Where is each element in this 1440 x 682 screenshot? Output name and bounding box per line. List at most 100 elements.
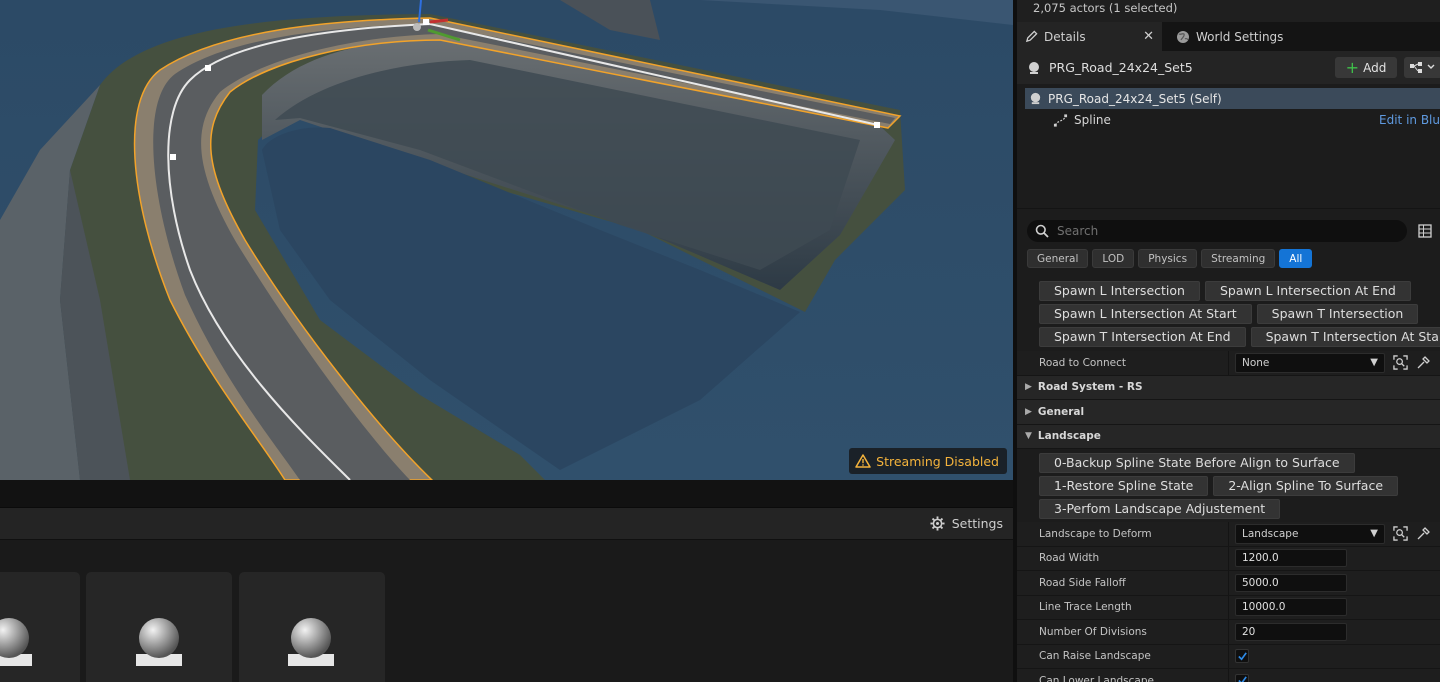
gear-icon xyxy=(930,516,945,531)
restore-spline-state-button[interactable]: 1-Restore Spline State xyxy=(1039,475,1209,496)
actor-header: PRG_Road_24x24_Set5 + Add xyxy=(1017,51,1440,84)
function-button-row: Spawn L Intersection At Start Spawn T In… xyxy=(1017,302,1440,325)
filter-physics[interactable]: Physics xyxy=(1138,249,1198,268)
road-side-falloff-row: Road Side Falloff 5000.0 xyxy=(1017,571,1440,596)
component-tree: PRG_Road_24x24_Set5 (Self) Spline Edit i… xyxy=(1017,84,1440,208)
can-lower-landscape-row: Can Lower Landscape xyxy=(1017,669,1440,682)
can-raise-landscape-label: Can Raise Landscape xyxy=(1017,644,1229,668)
can-raise-landscape-checkbox[interactable] xyxy=(1235,649,1249,664)
streaming-label: Streaming Disabled xyxy=(876,453,999,469)
eyedropper-icon[interactable] xyxy=(1416,526,1430,541)
category-road-system-label: Road System - RS xyxy=(1037,381,1143,394)
actor-icon xyxy=(1030,92,1041,105)
can-lower-landscape-checkbox[interactable] xyxy=(1235,673,1249,682)
road-width-row: Road Width 1200.0 xyxy=(1017,546,1440,571)
landscape-to-deform-row: Landscape to Deform Landscape ▼ xyxy=(1017,522,1440,547)
landscape-button-row: 1-Restore Spline State 2-Align Spline To… xyxy=(1017,474,1440,497)
number-of-divisions-field[interactable]: 20 xyxy=(1235,622,1347,641)
category-landscape[interactable]: ▼ Landscape xyxy=(1017,424,1440,449)
property-matrix-icon[interactable] xyxy=(1418,224,1432,238)
component-self[interactable]: PRG_Road_24x24_Set5 (Self) xyxy=(1025,88,1440,109)
property-list: Spawn L Intersection Spawn L Intersectio… xyxy=(1017,276,1440,682)
road-width-field[interactable]: 1200.0 xyxy=(1235,549,1347,568)
landscape-to-deform-combo[interactable]: Landscape ▼ xyxy=(1235,523,1385,544)
plus-icon: + xyxy=(1345,57,1360,77)
line-trace-length-row: Line Trace Length 10000.0 xyxy=(1017,595,1440,620)
asset-tile[interactable] xyxy=(239,572,385,682)
spawn-l-intersection-at-start-button[interactable]: Spawn L Intersection At Start xyxy=(1039,303,1252,324)
line-trace-length-field[interactable]: 10000.0 xyxy=(1235,598,1347,617)
number-of-divisions-label: Number Of Divisions xyxy=(1017,620,1229,644)
spawn-l-intersection-at-end-button[interactable]: Spawn L Intersection At End xyxy=(1204,280,1411,301)
blueprint-icon xyxy=(1410,62,1435,73)
search-icon xyxy=(1035,224,1049,238)
landscape-button-row: 3-Perfom Landscape Adjustement xyxy=(1017,497,1440,520)
road-width-label: Road Width xyxy=(1017,546,1229,570)
add-component-button[interactable]: + Add xyxy=(1335,57,1397,78)
eyedropper-icon[interactable] xyxy=(1416,355,1430,370)
sphere-thumbnail-icon xyxy=(288,618,334,666)
tab-world-settings-label: World Settings xyxy=(1196,29,1284,44)
details-search-area: General LOD Physics Streaming All xyxy=(1017,208,1440,276)
details-search[interactable] xyxy=(1027,220,1407,242)
tab-details[interactable]: Details ✕ xyxy=(1017,22,1162,51)
chevron-down-icon: ▼ xyxy=(1370,528,1378,540)
spawn-t-intersection-at-start-button[interactable]: Spawn T Intersection At Start xyxy=(1250,326,1440,347)
pencil-icon xyxy=(1025,30,1038,43)
can-lower-landscape-label: Can Lower Landscape xyxy=(1017,669,1229,682)
spawn-t-intersection-at-end-button[interactable]: Spawn T Intersection At End xyxy=(1039,326,1246,347)
component-spline[interactable]: Spline Edit in Blu xyxy=(1017,109,1440,131)
asset-tile[interactable] xyxy=(0,572,80,682)
settings-button[interactable]: Settings xyxy=(930,516,1003,531)
browse-asset-icon[interactable] xyxy=(1393,526,1408,541)
content-browser-toolbar: Settings xyxy=(0,508,1013,540)
function-button-row: Spawn L Intersection Spawn L Intersectio… xyxy=(1017,279,1440,302)
filter-streaming[interactable]: Streaming xyxy=(1201,249,1276,268)
align-spline-to-surface-button[interactable]: 2-Align Spline To Surface xyxy=(1213,475,1399,496)
blueprint-options-button[interactable] xyxy=(1404,57,1440,78)
checkmark-icon xyxy=(1237,676,1247,682)
category-road-system[interactable]: ▶ Road System - RS xyxy=(1017,375,1440,400)
component-spline-label: Spline xyxy=(1074,113,1111,127)
filter-all[interactable]: All xyxy=(1279,249,1313,268)
tab-details-label: Details xyxy=(1044,29,1086,44)
perform-landscape-adjustment-button[interactable]: 3-Perfom Landscape Adjustement xyxy=(1039,498,1281,519)
close-tab-icon[interactable]: ✕ xyxy=(1143,29,1154,44)
spawn-l-intersection-button[interactable]: Spawn L Intersection xyxy=(1039,280,1200,301)
actor-icon xyxy=(1029,61,1039,74)
warning-icon xyxy=(855,454,871,468)
can-raise-landscape-row: Can Raise Landscape xyxy=(1017,644,1440,669)
road-to-connect-value: None xyxy=(1242,356,1270,369)
category-general[interactable]: ▶ General xyxy=(1017,400,1440,425)
road-side-falloff-field[interactable]: 5000.0 xyxy=(1235,573,1347,592)
viewport-scene[interactable] xyxy=(0,0,1013,480)
landscape-to-deform-value: Landscape xyxy=(1242,527,1299,540)
content-browser: Settings xyxy=(0,480,1013,682)
spline-icon xyxy=(1053,113,1068,127)
road-side-falloff-label: Road Side Falloff xyxy=(1017,571,1229,595)
collapse-arrow-icon: ▼ xyxy=(1025,431,1032,442)
number-of-divisions-row: Number Of Divisions 20 xyxy=(1017,620,1440,645)
category-general-label: General xyxy=(1037,405,1085,418)
checkmark-icon xyxy=(1237,652,1247,661)
details-search-input[interactable] xyxy=(1057,224,1387,238)
level-viewport[interactable]: Streaming Disabled xyxy=(0,0,1013,480)
edit-in-blueprint-link[interactable]: Edit in Blu xyxy=(1379,109,1440,131)
streaming-status: Streaming Disabled xyxy=(849,448,1007,474)
landscape-button-row: 0-Backup Spline State Before Align to Su… xyxy=(1017,451,1440,474)
line-trace-length-label: Line Trace Length xyxy=(1017,595,1229,619)
asset-tile[interactable] xyxy=(86,572,232,682)
filter-general[interactable]: General xyxy=(1027,249,1089,268)
road-to-connect-row: Road to Connect None ▼ xyxy=(1017,351,1440,376)
expand-arrow-icon: ▶ xyxy=(1025,382,1032,393)
road-to-connect-combo[interactable]: None ▼ xyxy=(1235,352,1385,373)
details-panel: 2,075 actors (1 selected) Details ✕ Worl… xyxy=(1013,0,1440,682)
panel-tabbar: Details ✕ World Settings xyxy=(1017,22,1440,51)
browse-asset-icon[interactable] xyxy=(1393,355,1408,370)
backup-spline-state-button[interactable]: 0-Backup Spline State Before Align to Su… xyxy=(1039,452,1355,473)
add-label: Add xyxy=(1363,60,1387,75)
settings-label: Settings xyxy=(951,516,1003,531)
tab-world-settings[interactable]: World Settings xyxy=(1162,22,1291,51)
filter-lod[interactable]: LOD xyxy=(1092,249,1135,268)
spawn-t-intersection-button[interactable]: Spawn T Intersection xyxy=(1256,303,1419,324)
